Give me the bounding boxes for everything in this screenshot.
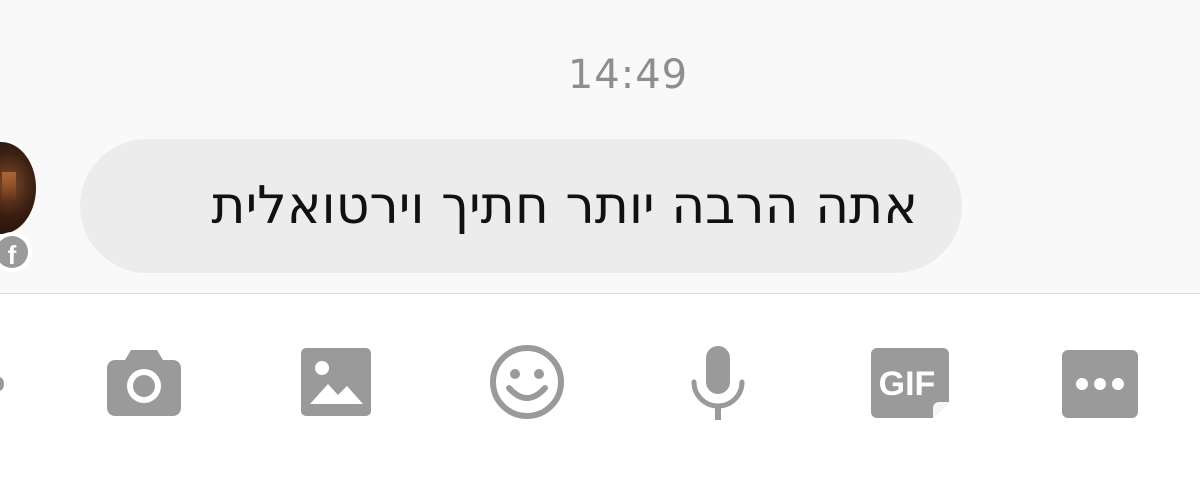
- emoji-icon[interactable]: [487, 342, 569, 424]
- facebook-badge-letter: f: [0, 236, 28, 268]
- more-icon[interactable]: [1060, 342, 1142, 424]
- facebook-badge-icon: f: [0, 232, 32, 272]
- message-timestamp: 14:49: [567, 52, 689, 98]
- gif-label: GIF: [879, 365, 936, 403]
- microphone-icon[interactable]: [677, 342, 759, 424]
- gif-icon[interactable]: GIF: [867, 342, 951, 424]
- message-bubble[interactable]: אתה הרבה יותר חתיך וירטואלית: [80, 139, 962, 273]
- sender-avatar[interactable]: [0, 142, 36, 234]
- message-text: אתה הרבה יותר חתיך וירטואלית: [211, 176, 918, 236]
- composer-toolbar: GIF: [0, 294, 1200, 489]
- conversation-area: 14:49 f אתה הרבה יותר חתיך וירטואלית: [0, 0, 1200, 293]
- camera-icon[interactable]: [103, 342, 185, 424]
- image-icon[interactable]: [298, 342, 380, 424]
